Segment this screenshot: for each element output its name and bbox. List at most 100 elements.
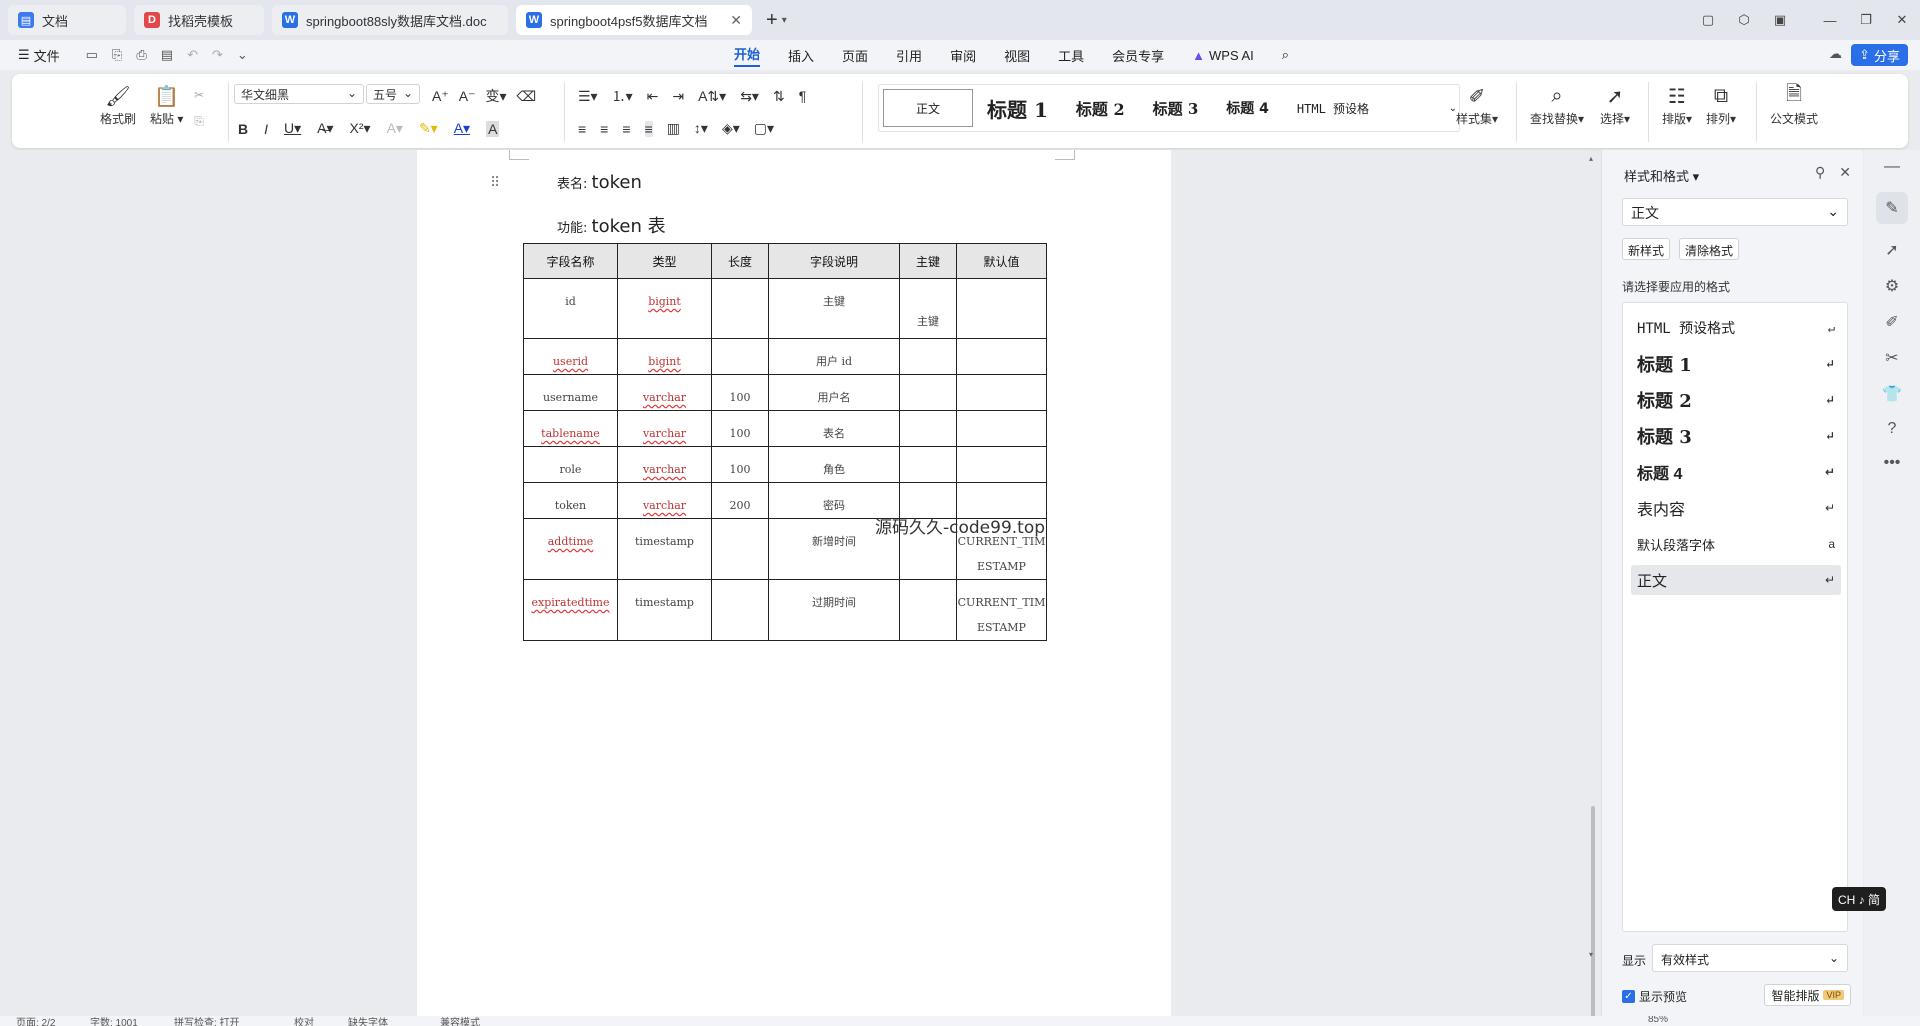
- style-pen-icon[interactable]: ✎: [1876, 192, 1908, 224]
- underline-icon[interactable]: U▾: [284, 120, 301, 137]
- table-cell[interactable]: CURRENT_TIMESTAMP: [956, 579, 1047, 641]
- list-item[interactable]: 表内容 ↵: [1631, 493, 1841, 523]
- table-cell[interactable]: 100: [711, 374, 769, 411]
- field-table[interactable]: 字段名称 类型 长度 字段说明 主键 默认值 id bigint 主键 主键 u…: [523, 243, 1047, 641]
- list-item[interactable]: 默认段落字体 a: [1631, 529, 1841, 559]
- superscript-icon[interactable]: X²▾: [350, 120, 371, 137]
- cube-icon[interactable]: ⬡: [1726, 12, 1762, 28]
- list-item[interactable]: 标题 1 ↵: [1631, 349, 1841, 379]
- scrollbar-thumb[interactable]: [1591, 806, 1595, 1026]
- text-effect-icon[interactable]: A▾: [387, 120, 403, 137]
- export-icon[interactable]: ⎘: [112, 47, 122, 63]
- word-count[interactable]: 字数: 1001: [90, 1016, 138, 1026]
- table-cell[interactable]: role: [523, 446, 618, 483]
- table-cell[interactable]: 过期时间: [768, 579, 900, 641]
- clear-format-icon[interactable]: ⌫: [517, 88, 537, 105]
- table-cell[interactable]: 主键: [899, 278, 957, 339]
- restore-icon[interactable]: ❐: [1848, 12, 1884, 28]
- page-count[interactable]: 页面: 2/2: [16, 1016, 55, 1026]
- redo-icon[interactable]: ↷: [212, 47, 223, 63]
- table-cell[interactable]: varchar: [617, 374, 712, 411]
- ime-indicator[interactable]: CH ♪ 简: [1832, 887, 1887, 911]
- pane-title[interactable]: 样式和格式 ▾: [1624, 166, 1699, 185]
- adjust-icon[interactable]: ⚙: [1885, 276, 1899, 296]
- table-cell[interactable]: 表名: [768, 410, 900, 447]
- table-cell[interactable]: 主键: [768, 278, 900, 339]
- arrange-button[interactable]: ⧉ 排列▾: [1706, 82, 1736, 127]
- vertical-scrollbar[interactable]: ▴ ▾: [1588, 150, 1598, 1026]
- new-tab-icon[interactable]: +: [766, 9, 778, 32]
- find-replace-button[interactable]: ⌕ 查找替换▾: [1530, 82, 1584, 127]
- char-shading-icon[interactable]: A: [486, 120, 500, 137]
- table-cell[interactable]: [899, 374, 957, 411]
- avatar[interactable]: ▣: [1762, 12, 1798, 28]
- undo-icon[interactable]: ↶: [187, 47, 198, 63]
- list-item[interactable]: 正文 ↵: [1631, 565, 1841, 595]
- style-html-preset[interactable]: HTML 预设格: [1283, 100, 1383, 117]
- proofread[interactable]: 校对: [294, 1016, 314, 1026]
- scroll-down-icon[interactable]: ▾: [1589, 950, 1593, 959]
- table-cell[interactable]: timestamp: [617, 579, 712, 641]
- tab-view[interactable]: 视图: [1004, 46, 1030, 65]
- layout-button[interactable]: ☷ 排版▾: [1662, 82, 1692, 127]
- current-style-select[interactable]: 正文 ⌄: [1622, 198, 1848, 226]
- table-cell[interactable]: tablename: [523, 410, 618, 447]
- cloud-icon[interactable]: ☁: [1829, 46, 1842, 62]
- border-icon[interactable]: ▢▾: [754, 120, 774, 137]
- bold-icon[interactable]: B: [238, 121, 248, 137]
- list-item[interactable]: 标题 3 ↵: [1631, 421, 1841, 451]
- sort-icon[interactable]: ⇅: [773, 88, 785, 105]
- official-doc-mode-button[interactable]: 🗎 公文模式: [1770, 82, 1818, 127]
- tab-tools[interactable]: 工具: [1058, 46, 1084, 65]
- search-icon[interactable]: ⌕: [1282, 47, 1289, 63]
- show-filter-select[interactable]: 有效样式 ⌄: [1652, 944, 1848, 972]
- print-preview-icon[interactable]: ▤: [161, 47, 173, 63]
- layout-icon[interactable]: ▢: [1690, 12, 1726, 28]
- table-cell[interactable]: 用户 id: [768, 338, 900, 375]
- share-button[interactable]: ⇪ 分享: [1851, 44, 1908, 66]
- list-item[interactable]: 标题 4 ↵: [1631, 457, 1841, 487]
- close-icon[interactable]: ✕: [1839, 164, 1851, 181]
- distributed-icon[interactable]: ▥: [667, 120, 680, 137]
- paste-button[interactable]: 📋 粘贴 ▾: [150, 82, 183, 127]
- shirt-icon[interactable]: 👕: [1882, 384, 1902, 404]
- tab-home[interactable]: 开始: [734, 44, 761, 67]
- strikethrough-icon[interactable]: A̶▾: [317, 120, 333, 137]
- table-cell[interactable]: 角色: [768, 446, 900, 483]
- table-cell[interactable]: [711, 338, 769, 375]
- table-cell[interactable]: [956, 374, 1047, 411]
- table-cell[interactable]: varchar: [617, 446, 712, 483]
- tab-documents[interactable]: ▤ 文档: [8, 5, 126, 35]
- tab-docer[interactable]: D 找稻壳模板: [134, 5, 264, 35]
- table-cell[interactable]: 100: [711, 410, 769, 447]
- file-menu[interactable]: ☰ 文件: [18, 46, 60, 65]
- numbered-list-icon[interactable]: ⒈▾: [612, 86, 633, 106]
- minimize-icon[interactable]: —: [1812, 13, 1848, 28]
- align-center-icon[interactable]: ≡: [600, 121, 608, 137]
- shrink-font-icon[interactable]: A⁻: [459, 88, 476, 105]
- help-icon[interactable]: ?: [1888, 420, 1897, 438]
- tab-member[interactable]: 会员专享: [1112, 46, 1164, 65]
- table-cell[interactable]: [711, 518, 769, 580]
- font-color-icon[interactable]: A▾: [454, 120, 470, 137]
- table-cell[interactable]: 用户名: [768, 374, 900, 411]
- tools-icon[interactable]: ✂: [1885, 348, 1898, 368]
- align-right-icon[interactable]: ≡: [622, 121, 630, 137]
- style-set-button[interactable]: ✐ 样式集▾: [1456, 82, 1498, 127]
- tab-references[interactable]: 引用: [896, 46, 922, 65]
- text-direction-icon[interactable]: A⇅▾: [698, 88, 726, 105]
- print-icon[interactable]: ⎙: [136, 47, 146, 63]
- tab-review[interactable]: 审阅: [950, 46, 976, 65]
- chinese-layout-icon[interactable]: ⇆▾: [740, 88, 759, 105]
- scroll-up-icon[interactable]: ▴: [1589, 154, 1593, 163]
- justify-icon[interactable]: ≡: [644, 120, 653, 137]
- tab-insert[interactable]: 插入: [788, 46, 814, 65]
- align-left-icon[interactable]: ≡: [578, 121, 586, 137]
- more-icon[interactable]: •••: [1884, 454, 1901, 472]
- list-item[interactable]: 标题 2 ↵: [1631, 385, 1841, 415]
- table-cell[interactable]: [711, 579, 769, 641]
- table-cell[interactable]: id: [523, 278, 618, 339]
- smart-layout-button[interactable]: 智能排版 VIP: [1764, 984, 1851, 1006]
- table-cell[interactable]: bigint: [617, 278, 712, 339]
- table-cell[interactable]: 100: [711, 446, 769, 483]
